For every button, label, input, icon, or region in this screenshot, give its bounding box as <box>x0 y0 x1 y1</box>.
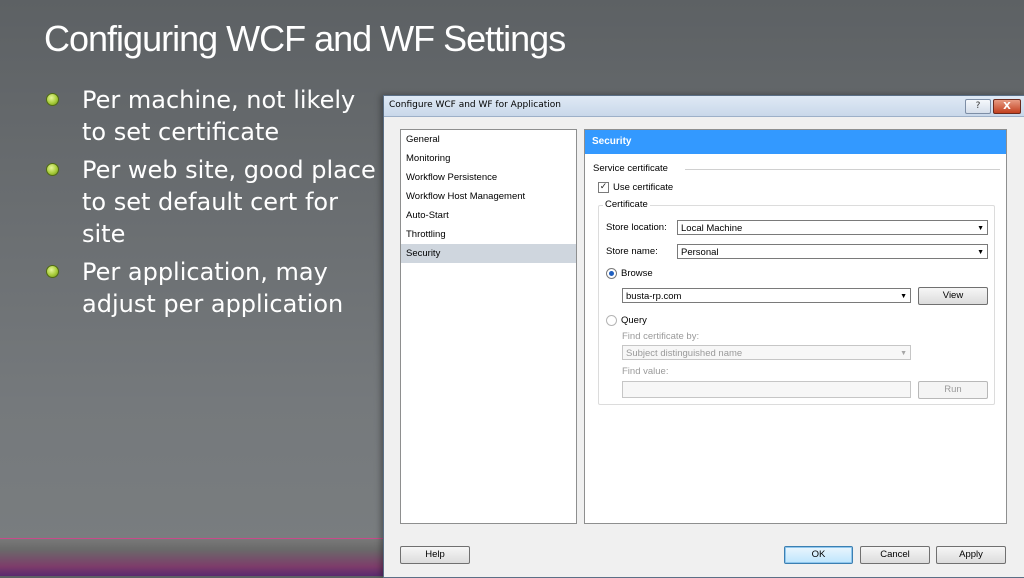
browse-certificate-value: busta-rp.com <box>626 291 682 302</box>
nav-item-workflow-host-management[interactable]: Workflow Host Management <box>401 187 576 206</box>
nav-item-security[interactable]: Security <box>401 244 576 263</box>
close-icon[interactable]: X <box>993 99 1021 114</box>
apply-button[interactable]: Apply <box>936 546 1006 564</box>
find-certificate-by-value: Subject distinguished name <box>626 348 743 359</box>
bullet-list: Per machine, not likely to set certifica… <box>44 84 384 326</box>
use-certificate-checkbox[interactable]: ✓ <box>598 182 609 193</box>
dialog-titlebar[interactable]: Configure WCF and WF for Application ? X <box>384 96 1024 117</box>
section-header: Security <box>585 130 1006 154</box>
chevron-down-icon: ▼ <box>900 350 907 357</box>
nav-item-general[interactable]: General <box>401 130 576 149</box>
slide-bottom-line <box>0 538 384 539</box>
bullet-dot-icon <box>46 93 59 106</box>
bullet-item: Per application, may adjust per applicat… <box>44 256 384 320</box>
chevron-down-icon: ▼ <box>977 225 984 232</box>
nav-item-workflow-persistence[interactable]: Workflow Persistence <box>401 168 576 187</box>
bullet-dot-icon <box>46 163 59 176</box>
find-certificate-by-label: Find certificate by: <box>622 331 700 342</box>
bullet-item: Per web site, good place to set default … <box>44 154 384 250</box>
bullet-item: Per machine, not likely to set certifica… <box>44 84 384 148</box>
service-certificate-rule <box>685 169 1000 170</box>
nav-item-auto-start[interactable]: Auto-Start <box>401 206 576 225</box>
view-button[interactable]: View <box>918 287 988 305</box>
security-panel: Security Service certificate ✓ Use certi… <box>584 129 1007 524</box>
find-certificate-by-select[interactable]: Subject distinguished name ▼ <box>622 345 911 360</box>
ok-button[interactable]: OK <box>784 546 853 564</box>
configure-dialog: Configure WCF and WF for Application ? X… <box>383 95 1024 578</box>
bullet-text: Per web site, good place to set default … <box>82 156 376 248</box>
store-location-value: Local Machine <box>681 223 743 234</box>
help-icon[interactable]: ? <box>965 99 991 114</box>
chevron-down-icon: ▼ <box>977 249 984 256</box>
store-name-value: Personal <box>681 247 719 258</box>
slide-title: Configuring WCF and WF Settings <box>44 18 566 59</box>
bullet-text: Per machine, not likely to set certifica… <box>82 86 356 146</box>
bullet-dot-icon <box>46 265 59 278</box>
nav-item-throttling[interactable]: Throttling <box>401 225 576 244</box>
store-name-label: Store name: <box>606 246 658 257</box>
run-button[interactable]: Run <box>918 381 988 399</box>
use-certificate-label[interactable]: Use certificate <box>613 182 673 193</box>
cancel-button[interactable]: Cancel <box>860 546 930 564</box>
query-label[interactable]: Query <box>621 315 647 326</box>
browse-radio[interactable] <box>606 268 617 279</box>
find-value-input[interactable] <box>622 381 911 398</box>
bullet-text: Per application, may adjust per applicat… <box>82 258 344 318</box>
certificate-group-label: Certificate <box>603 199 650 210</box>
store-location-select[interactable]: Local Machine ▼ <box>677 220 988 235</box>
browse-label[interactable]: Browse <box>621 268 653 279</box>
store-location-label: Store location: <box>606 222 667 233</box>
settings-nav-list: General Monitoring Workflow Persistence … <box>400 129 577 524</box>
help-button[interactable]: Help <box>400 546 470 564</box>
browse-certificate-select[interactable]: busta-rp.com ▼ <box>622 288 911 303</box>
find-value-label: Find value: <box>622 366 669 377</box>
service-certificate-label: Service certificate <box>593 163 668 174</box>
query-radio[interactable] <box>606 315 617 326</box>
dialog-title: Configure WCF and WF for Application <box>389 100 561 110</box>
store-name-select[interactable]: Personal ▼ <box>677 244 988 259</box>
chevron-down-icon: ▼ <box>900 293 907 300</box>
nav-item-monitoring[interactable]: Monitoring <box>401 149 576 168</box>
